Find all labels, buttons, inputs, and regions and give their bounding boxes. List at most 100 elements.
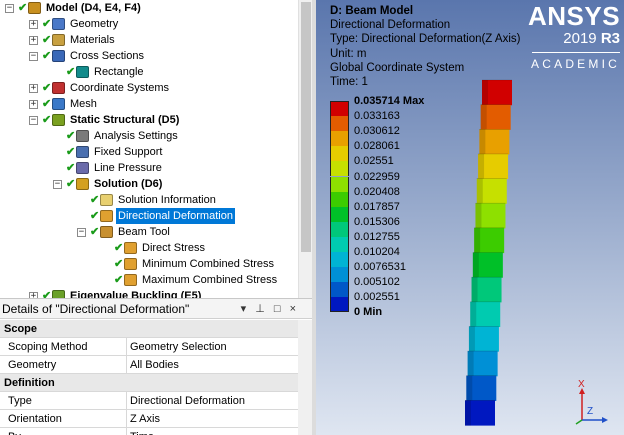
legend-value-label: 0.020408	[354, 185, 400, 198]
cross-sections-icon	[52, 50, 65, 62]
expand-icon[interactable]: +	[29, 20, 38, 29]
legend-value-label: 0.0076531	[354, 261, 406, 274]
collapse-icon[interactable]: −	[53, 180, 62, 189]
details-row[interactable]: Type Directional Deformation	[0, 392, 298, 410]
tree-node-label: Geometry	[70, 18, 119, 30]
details-row[interactable]: Geometry All Bodies	[0, 356, 298, 374]
tree-node-label: Materials	[70, 34, 115, 46]
legend-color-band	[330, 267, 349, 283]
result-info: D: Beam Model Directional Deformation Ty…	[330, 4, 520, 89]
tree-node-label: Solution Information	[118, 194, 216, 206]
details-title: Details of "Directional Deformation"	[2, 302, 190, 316]
legend-color-band	[330, 161, 349, 177]
result-icon	[124, 242, 137, 254]
rectangle-icon	[76, 66, 89, 78]
static-structural-icon	[52, 114, 65, 126]
logo-divider	[532, 52, 620, 53]
legend-value-label: 0.005102	[354, 276, 400, 289]
legend-color-band	[330, 116, 349, 132]
beam-tool-icon	[100, 226, 113, 238]
beam-segment-shade	[466, 375, 473, 401]
legend-color-band	[330, 297, 349, 313]
expand-icon[interactable]: +	[29, 36, 38, 45]
collapse-icon[interactable]: −	[77, 228, 86, 237]
tree-node-label: Model (D4, E4, F4)	[46, 2, 141, 14]
legend-color-band	[330, 101, 349, 117]
details-value[interactable]: All Bodies	[130, 359, 179, 371]
details-scrollbar[interactable]	[298, 320, 312, 435]
result-info-line: Global Coordinate System	[330, 61, 465, 74]
tree-scrollbar-thumb[interactable]	[301, 2, 311, 252]
details-value[interactable]: Directional Deformation	[130, 395, 245, 407]
details-row[interactable]: Orientation Z Axis	[0, 410, 298, 428]
details-key: Type	[8, 395, 32, 407]
axis-triad: X Z	[575, 379, 608, 425]
model-icon	[28, 2, 41, 14]
legend-color-band	[330, 252, 349, 268]
graphics-viewport[interactable]: D: Beam Model Directional Deformation Ty…	[316, 0, 624, 435]
dropdown-icon[interactable]: ▾	[241, 303, 247, 315]
legend-color-band	[330, 191, 349, 207]
close-icon[interactable]: ×	[290, 303, 296, 315]
pin-icon[interactable]: ⊥	[255, 303, 265, 315]
expand-icon[interactable]: +	[29, 84, 38, 93]
result-info-line: Time: 1	[330, 76, 368, 89]
legend-color-band	[330, 221, 349, 237]
legend-value-label: 0.030612	[354, 125, 400, 138]
details-row[interactable]: By Time	[0, 428, 298, 435]
logo-version: 2019 R3	[528, 31, 620, 47]
outline-tree[interactable]: − ✔ Model (D4, E4, F4) + ✔ Geometry + ✔ Material…	[0, 0, 312, 300]
details-column-divider	[126, 338, 127, 356]
x-axis-label: X	[578, 379, 585, 390]
collapse-icon[interactable]: −	[29, 52, 38, 61]
tree-node-label: Minimum Combined Stress	[142, 258, 275, 270]
z-axis-arrow	[602, 417, 608, 423]
status-check-icon: ✔	[66, 130, 76, 142]
beam-segment-shade	[476, 178, 483, 204]
legend-value-label: 0.010204	[354, 246, 400, 258]
details-column-divider	[126, 428, 127, 435]
tree-node-label: Rectangle	[94, 66, 144, 78]
coordinate-systems-icon	[52, 82, 65, 94]
beam-segment-shade	[480, 104, 487, 130]
status-check-icon: ✔	[18, 2, 28, 14]
result-icon	[124, 274, 137, 286]
maximize-icon[interactable]: □	[274, 303, 281, 315]
tree-node-label: Beam Tool	[118, 226, 170, 238]
details-value[interactable]: Z Axis	[130, 413, 160, 425]
legend-value-label: 0.017857	[354, 200, 400, 213]
status-check-icon: ✔	[66, 66, 76, 78]
result-info-line: Unit: m	[330, 47, 367, 60]
mesh-icon	[52, 98, 65, 110]
legend-color-band	[330, 131, 349, 147]
y-axis-line	[575, 419, 583, 425]
status-check-icon: ✔	[42, 50, 52, 62]
legend-value-label: 0.015306	[354, 215, 400, 228]
status-check-icon: ✔	[42, 98, 52, 110]
tree-node-label: Direct Stress	[142, 242, 205, 254]
tree-node-label: Coordinate Systems	[70, 82, 170, 94]
tree-node-label: Static Structural (D5)	[70, 114, 180, 126]
logo-edition: ACADEMIC	[531, 57, 620, 71]
result-info-line: Type: Directional Deformation(Z Axis)	[330, 33, 521, 46]
details-section-header[interactable]: Scope	[0, 320, 298, 338]
status-check-icon: ✔	[42, 82, 52, 94]
line-pressure-icon	[76, 162, 89, 174]
details-value[interactable]: Geometry Selection	[130, 341, 227, 353]
details-value[interactable]: Time	[130, 431, 154, 435]
beam-segment-shade	[475, 203, 482, 229]
tree-node-label: Maximum Combined Stress	[142, 274, 278, 286]
details-section-header[interactable]: Definition	[0, 374, 298, 392]
tree-scrollbar[interactable]	[298, 0, 312, 300]
tree-node-label: Analysis Settings	[94, 130, 178, 142]
beam-segment-shade	[467, 351, 474, 377]
legend-color-band	[330, 176, 349, 192]
details-row[interactable]: Scoping Method Geometry Selection	[0, 338, 298, 356]
details-key: Orientation	[8, 413, 62, 425]
expand-icon[interactable]: +	[29, 100, 38, 109]
collapse-icon[interactable]: −	[29, 116, 38, 125]
solution-information-icon	[100, 194, 113, 206]
materials-icon	[52, 34, 65, 46]
collapse-icon[interactable]: −	[5, 4, 14, 13]
details-column-divider	[126, 410, 127, 428]
